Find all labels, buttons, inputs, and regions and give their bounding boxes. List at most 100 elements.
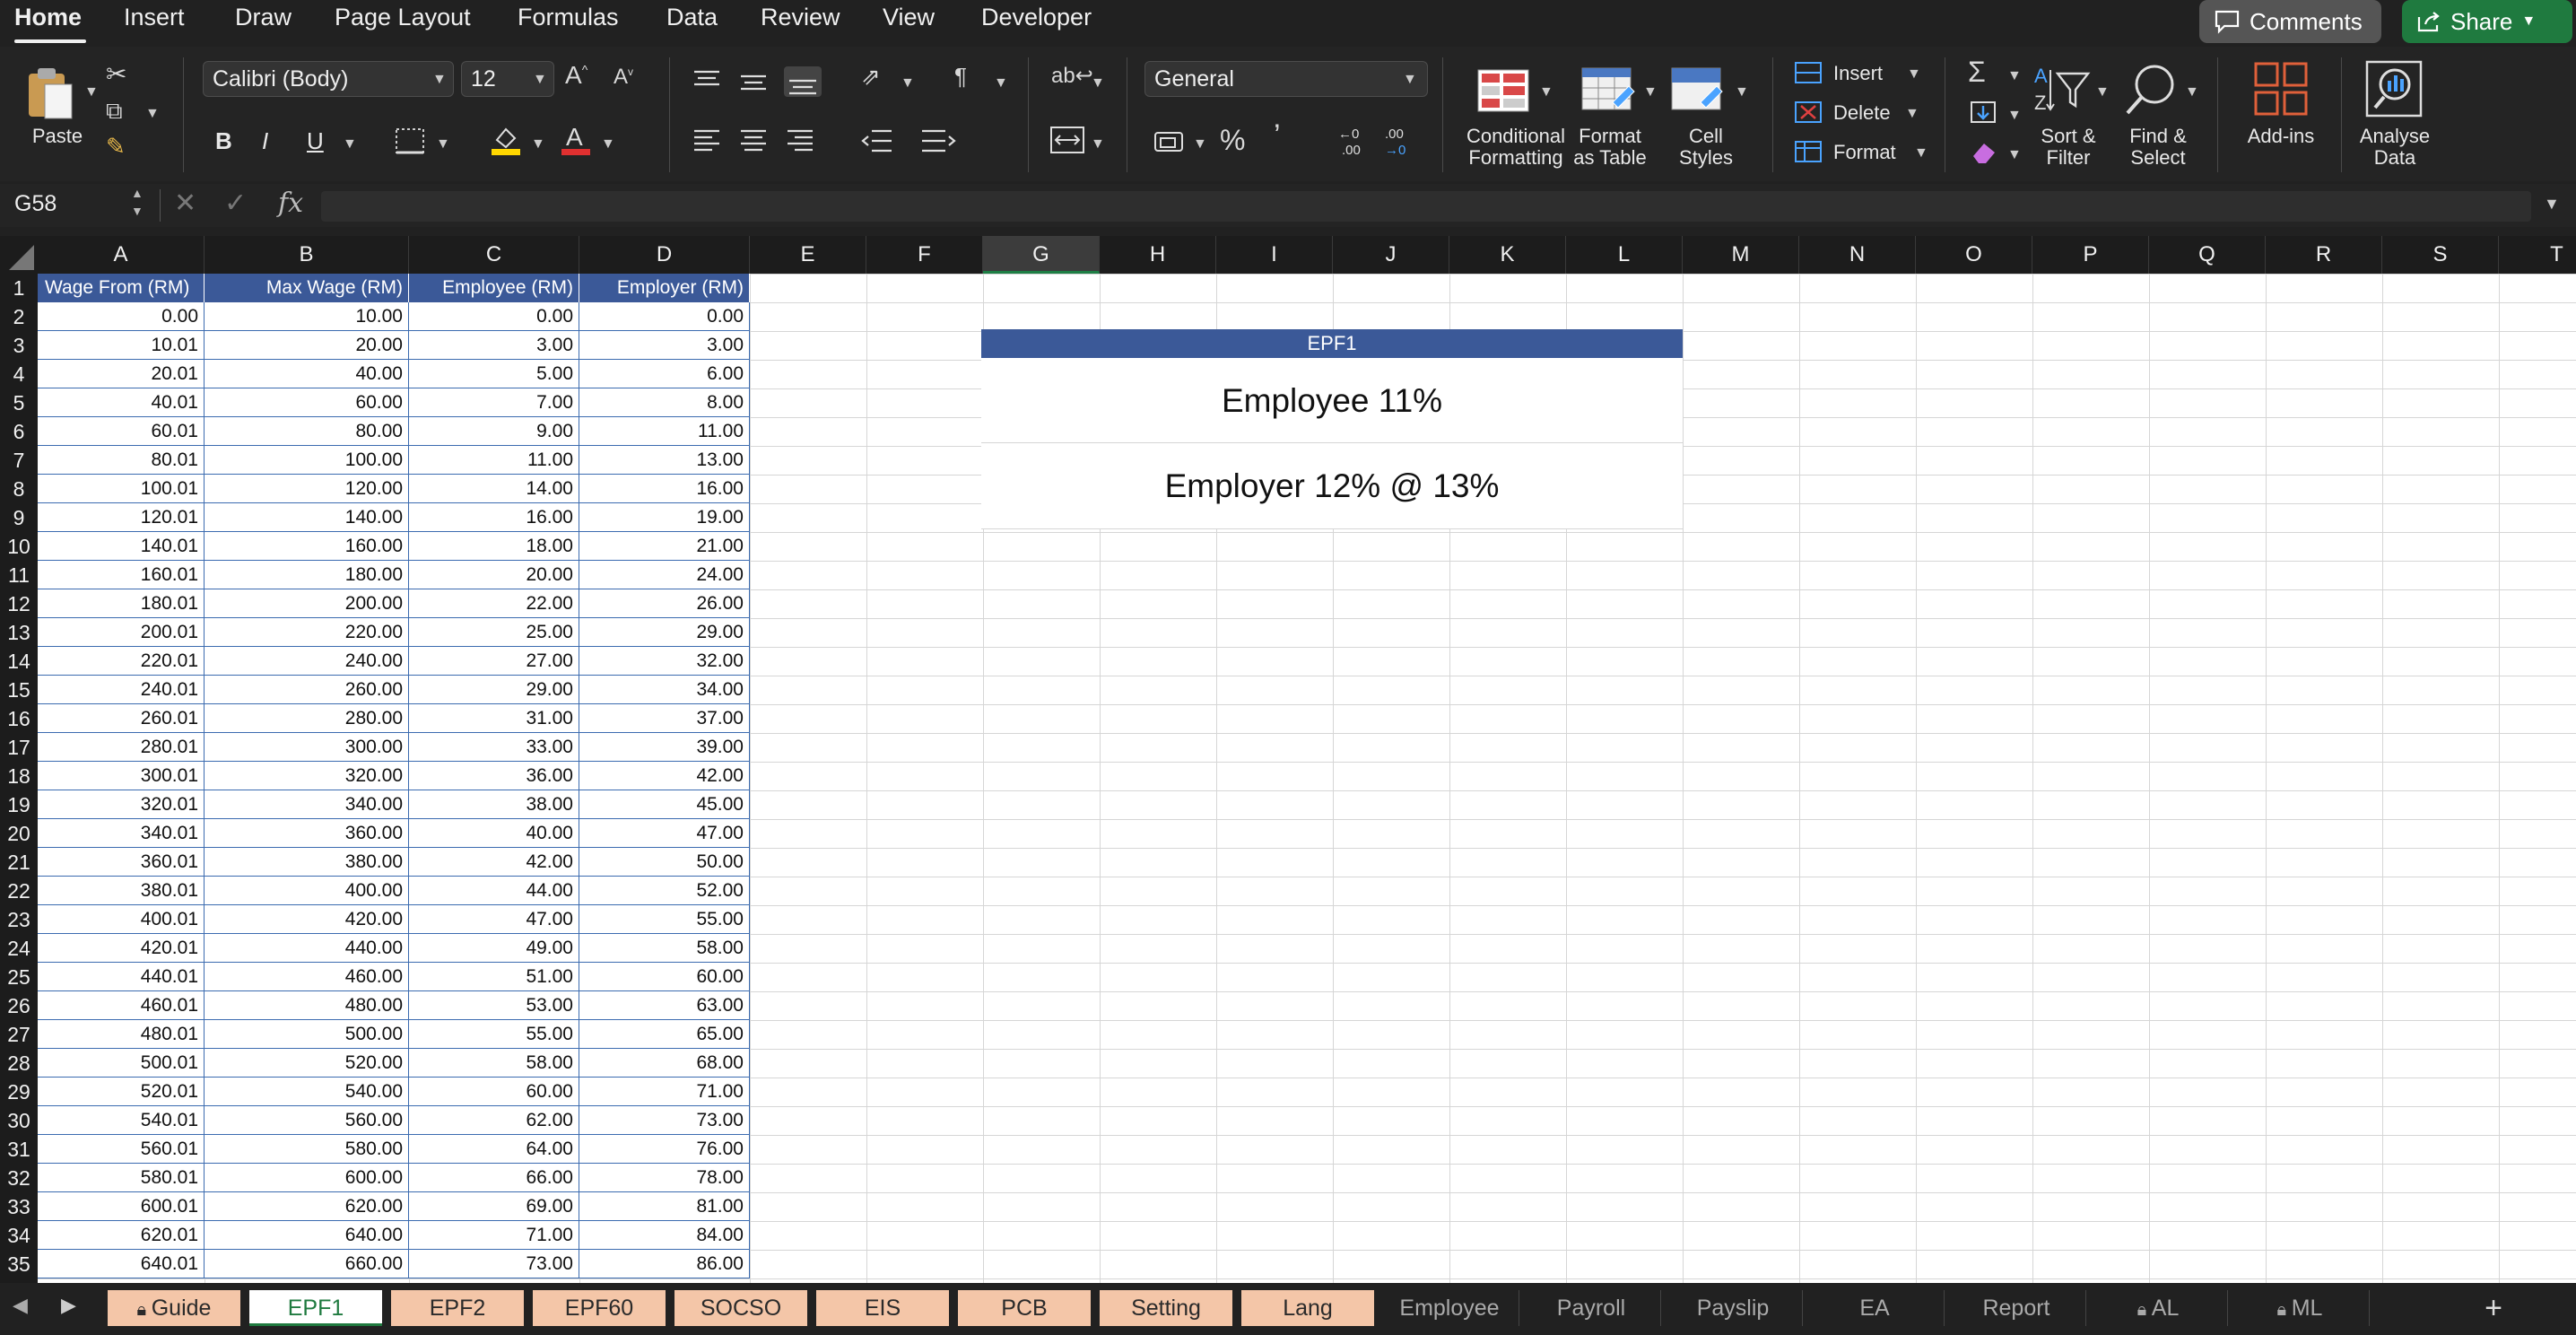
- chevron-down-icon[interactable]: ▼: [1907, 66, 1921, 83]
- table-cell[interactable]: 33.00: [409, 733, 579, 762]
- table-cell[interactable]: 160.01: [38, 561, 205, 589]
- column-header-h[interactable]: H: [1100, 236, 1216, 274]
- format-cells-icon[interactable]: [1794, 140, 1823, 163]
- cancel-icon[interactable]: ✕: [174, 188, 196, 219]
- table-cell[interactable]: 53.00: [409, 991, 579, 1020]
- chevron-down-icon[interactable]: ▼: [436, 136, 450, 153]
- row-header-5[interactable]: 5: [0, 388, 38, 417]
- table-cell[interactable]: 3.00: [409, 331, 579, 360]
- table-cell[interactable]: 220.00: [205, 618, 409, 647]
- chevron-down-icon[interactable]: ▼: [343, 136, 357, 153]
- table-cell[interactable]: 580.01: [38, 1164, 205, 1192]
- insert-function-icon[interactable]: fx: [278, 188, 303, 219]
- table-cell[interactable]: 640.01: [38, 1250, 205, 1278]
- chevron-down-icon[interactable]: ▼: [1914, 145, 1928, 161]
- find-select-icon[interactable]: [2122, 61, 2180, 118]
- menu-draw[interactable]: Draw: [235, 4, 292, 31]
- table-cell[interactable]: 140.00: [205, 503, 409, 532]
- table-cell[interactable]: 73.00: [579, 1106, 750, 1135]
- chevron-down-icon[interactable]: ▼: [432, 72, 447, 88]
- chevron-down-icon[interactable]: ▼: [1193, 136, 1207, 153]
- table-cell[interactable]: 71.00: [579, 1078, 750, 1106]
- table-cell[interactable]: 480.00: [205, 991, 409, 1020]
- table-cell[interactable]: 660.00: [205, 1250, 409, 1278]
- table-cell[interactable]: 300.01: [38, 762, 205, 790]
- column-header-c[interactable]: C: [409, 236, 579, 274]
- sheet-tab-epf1[interactable]: EPF1: [249, 1290, 382, 1326]
- percent-icon[interactable]: %: [1220, 124, 1245, 157]
- row-header-28[interactable]: 28: [0, 1049, 38, 1078]
- chevron-down-icon[interactable]: ▼: [1643, 84, 1658, 100]
- table-cell[interactable]: 360.00: [205, 819, 409, 848]
- row-header-24[interactable]: 24: [0, 934, 38, 963]
- table-cell[interactable]: 69.00: [409, 1192, 579, 1221]
- sheet-tab-report[interactable]: Report: [1950, 1290, 2083, 1326]
- table-cell[interactable]: 22.00: [409, 589, 579, 618]
- number-format-dropdown[interactable]: General: [1144, 61, 1428, 97]
- name-box-down-icon[interactable]: ▼: [131, 204, 144, 218]
- table-cell[interactable]: 47.00: [579, 819, 750, 848]
- table-cell[interactable]: 78.00: [579, 1164, 750, 1192]
- row-header-22[interactable]: 22: [0, 877, 38, 905]
- vertical-align-icons[interactable]: [691, 66, 834, 97]
- table-cell[interactable]: 600.00: [205, 1164, 409, 1192]
- table-cell[interactable]: 52.00: [579, 877, 750, 905]
- chevron-down-icon[interactable]: ▼: [2095, 84, 2110, 100]
- table-cell[interactable]: 13.00: [579, 446, 750, 475]
- chevron-down-icon[interactable]: ▼: [2007, 147, 2022, 163]
- table-cell[interactable]: 0.00: [579, 302, 750, 331]
- table-cell[interactable]: 20.00: [409, 561, 579, 589]
- table-cell[interactable]: 20.00: [205, 331, 409, 360]
- decrease-font-icon[interactable]: Av: [614, 65, 633, 90]
- table-cell[interactable]: 73.00: [409, 1250, 579, 1278]
- table-cell[interactable]: 8.00: [579, 388, 750, 417]
- table-cell[interactable]: 63.00: [579, 991, 750, 1020]
- row-header-10[interactable]: 10: [0, 532, 38, 561]
- table-cell[interactable]: 5.00: [409, 360, 579, 388]
- table-cell[interactable]: 600.01: [38, 1192, 205, 1221]
- clear-icon[interactable]: [1970, 140, 1998, 165]
- table-cell[interactable]: 500.00: [205, 1020, 409, 1049]
- table-cell[interactable]: 21.00: [579, 532, 750, 561]
- table-header-cell[interactable]: Wage From (RM): [38, 274, 205, 302]
- menu-view[interactable]: View: [883, 4, 935, 31]
- chevron-down-icon[interactable]: ▼: [2185, 84, 2199, 100]
- table-cell[interactable]: 29.00: [579, 618, 750, 647]
- table-cell[interactable]: 260.01: [38, 704, 205, 733]
- table-cell[interactable]: 60.01: [38, 417, 205, 446]
- table-header-cell[interactable]: Employee (RM): [409, 274, 579, 302]
- menu-developer[interactable]: Developer: [981, 4, 1092, 31]
- table-cell[interactable]: 14.00: [409, 475, 579, 503]
- table-cell[interactable]: 100.00: [205, 446, 409, 475]
- column-header-a[interactable]: A: [38, 236, 205, 274]
- chevron-down-icon[interactable]: ▼: [533, 72, 547, 88]
- format-painter-icon[interactable]: ✎: [106, 133, 126, 161]
- chevron-down-icon[interactable]: ▼: [901, 75, 915, 92]
- table-cell[interactable]: 81.00: [579, 1192, 750, 1221]
- table-cell[interactable]: 11.00: [579, 417, 750, 446]
- column-header-e[interactable]: E: [750, 236, 866, 274]
- table-cell[interactable]: 220.01: [38, 647, 205, 676]
- table-cell[interactable]: 60.00: [205, 388, 409, 417]
- table-cell[interactable]: 42.00: [409, 848, 579, 877]
- cut-icon[interactable]: ✂: [106, 59, 126, 89]
- paste-chevron-icon[interactable]: ▼: [84, 84, 99, 100]
- worksheet[interactable]: ABCDEFGHIJKLMNOPQRST 1 2 3 4 5 6 7 8 9 10 11 12 13 14…: [0, 236, 2576, 1283]
- column-header-n[interactable]: N: [1799, 236, 1916, 274]
- table-cell[interactable]: 86.00: [579, 1250, 750, 1278]
- paste-icon[interactable]: [25, 66, 75, 120]
- horizontal-align-icons[interactable]: [691, 126, 834, 156]
- comments-button[interactable]: Comments: [2199, 0, 2381, 43]
- insert-cells-icon[interactable]: [1794, 61, 1823, 84]
- sheet-tab-epf60[interactable]: EPF60: [533, 1290, 666, 1326]
- wrap-text-icon[interactable]: ab↩: [1051, 63, 1093, 89]
- name-box-up-icon[interactable]: ▲: [131, 186, 144, 200]
- table-cell[interactable]: 540.01: [38, 1106, 205, 1135]
- chevron-down-icon[interactable]: ▼: [1091, 136, 1105, 153]
- table-cell[interactable]: 65.00: [579, 1020, 750, 1049]
- table-cell[interactable]: 340.01: [38, 819, 205, 848]
- row-header-31[interactable]: 31: [0, 1135, 38, 1164]
- comma-style-icon[interactable]: ’: [1274, 118, 1281, 153]
- table-cell[interactable]: 68.00: [579, 1049, 750, 1078]
- table-cell[interactable]: 100.01: [38, 475, 205, 503]
